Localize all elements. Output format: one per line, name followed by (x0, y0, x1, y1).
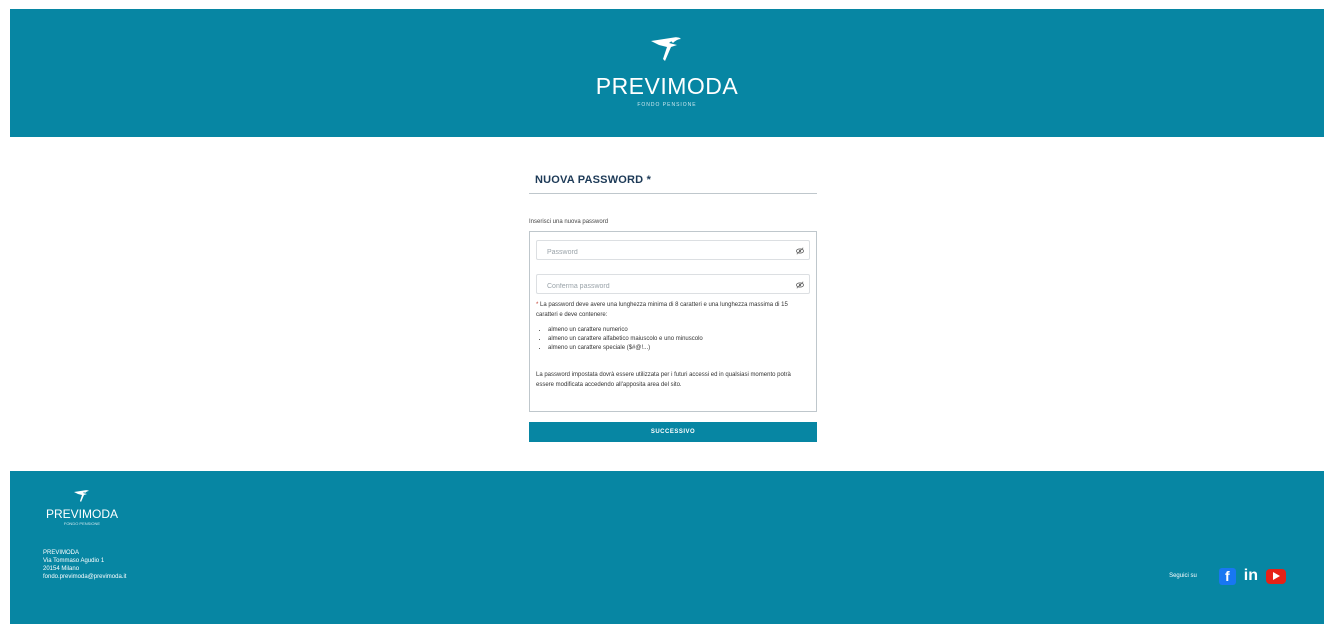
eye-toggle-icon[interactable] (796, 247, 804, 255)
required-mark: * (646, 174, 652, 186)
header-brand: PREVIMODA (595, 73, 739, 99)
follow-label: Seguici su (1169, 573, 1197, 579)
header-logo[interactable]: PREVIMODA FONDO PENSIONE (10, 31, 1324, 108)
rules-list: almeno un carattere numerico almeno un c… (548, 326, 810, 353)
form-title-row: NUOVA PASSWORD * (529, 170, 817, 194)
site-header: PREVIMODA FONDO PENSIONE (10, 9, 1324, 137)
password-input[interactable] (537, 243, 809, 262)
swallow-logo-icon (651, 37, 681, 61)
site-footer: PREVIMODA FONDO PENSIONE PREVIMODA Via T… (10, 471, 1324, 624)
page-title: NUOVA PASSWORD * (535, 174, 652, 186)
footer-address: PREVIMODA Via Tommaso Agudio 1 20154 Mil… (43, 549, 126, 581)
rule-item: almeno un carattere numerico (548, 326, 810, 335)
facebook-icon[interactable]: f (1218, 567, 1236, 585)
rule-item: almeno un carattere speciale ($#@!...) (548, 344, 810, 353)
footer-brand: PREVIMODA (45, 507, 118, 521)
submit-button[interactable]: SUCCESSIVO (529, 422, 817, 442)
password-rules: * La password deve avere una lunghezza m… (536, 300, 810, 353)
footer-tagline: FONDO PENSIONE (63, 521, 101, 526)
rules-intro: La password deve avere una lunghezza min… (536, 302, 788, 318)
email-link[interactable]: fondo.previmoda@previmoda.it (43, 573, 126, 581)
header-tagline: FONDO PENSIONE (637, 102, 697, 108)
social-links: Seguici su f in (1169, 567, 1286, 585)
top-border (0, 0, 1324, 9)
password-field (536, 240, 810, 262)
rules-star: * (536, 302, 539, 308)
swallow-logo-icon (74, 490, 89, 502)
rule-item: almeno un carattere alfabetico maiuscolo… (548, 335, 810, 344)
youtube-icon[interactable] (1266, 568, 1286, 584)
eye-toggle-icon[interactable] (796, 281, 804, 289)
confirm-password-field (536, 274, 810, 296)
confirm-password-input[interactable] (537, 277, 809, 296)
password-note: La password impostata dovrà essere utili… (536, 372, 791, 388)
form-subtitle: Inserisci una nuova password (529, 219, 609, 225)
address-line: Via Tommaso Agudio 1 (43, 558, 105, 564)
footer-logo[interactable]: PREVIMODA FONDO PENSIONE (42, 487, 122, 526)
address-line: 20154 Milano (43, 566, 80, 572)
address-line: PREVIMODA (43, 550, 80, 556)
form-box: * La password deve avere una lunghezza m… (529, 231, 817, 412)
linkedin-icon[interactable]: in (1242, 567, 1260, 585)
password-form: NUOVA PASSWORD * Inserisci una nuova pas… (529, 170, 817, 442)
